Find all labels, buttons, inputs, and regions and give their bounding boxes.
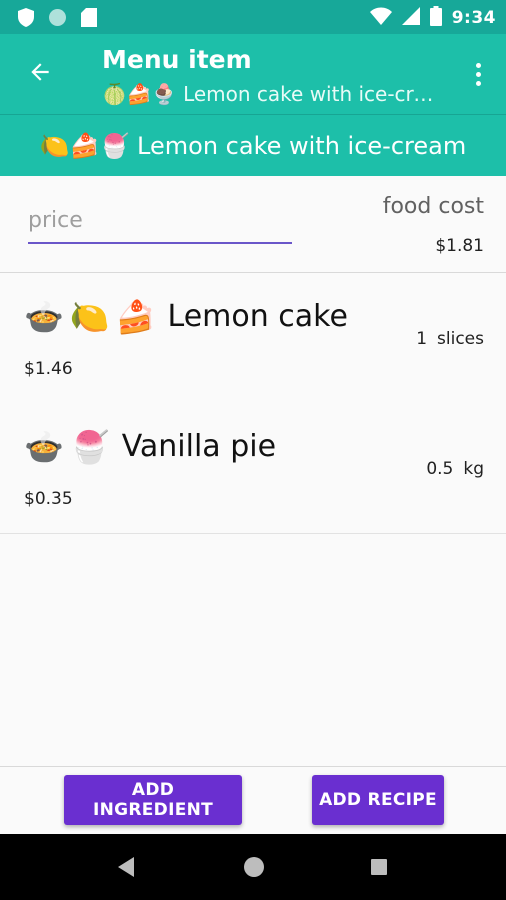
ingredient-emojis: 🍲 🍧 Vanilla pie: [24, 429, 276, 464]
system-nav-bar: [0, 834, 506, 900]
quantity-value: 0.5: [426, 459, 454, 479]
menu-item-banner: 🍋🍰🍧 Lemon cake with ice-cream: [0, 114, 506, 177]
nav-recents-icon[interactable]: [371, 859, 387, 875]
ingredient-cost: $1.46: [24, 359, 73, 379]
page-title: Menu item: [102, 45, 252, 74]
cake-slice-icon: 🍰: [115, 297, 156, 336]
ingredient-row-vanilla-pie[interactable]: 🍲 🍧 Vanilla pie $0.35 0.5 kg: [0, 403, 506, 534]
stew-pot-icon: 🍲: [24, 297, 64, 336]
food-cost-value: $1.81: [435, 236, 484, 256]
circle-icon: [48, 8, 67, 31]
ingredient-cost: $0.35: [24, 489, 73, 509]
status-bar-left-icons: [18, 8, 97, 31]
price-section: food cost $1.81: [0, 176, 506, 273]
back-button[interactable]: [22, 56, 58, 92]
signal-icon: [401, 7, 420, 29]
quantity-unit: kg: [463, 459, 484, 479]
stew-pot-icon: 🍲: [24, 427, 64, 466]
nav-home-icon[interactable]: [244, 857, 264, 877]
app-bar: Menu item 🍈🍰🍨 Lemon cake with ice-cream: [0, 34, 506, 114]
ingredient-quantity: 0.5 kg: [426, 459, 484, 479]
quantity-unit: slices: [437, 329, 484, 349]
battery-icon: [429, 6, 442, 30]
quantity-value: 1: [416, 329, 428, 349]
ingredient-row-lemon-cake[interactable]: 🍲 🍋 🍰 Lemon cake $1.46 1 slices: [0, 273, 506, 404]
add-recipe-button[interactable]: ADD RECIPE: [312, 775, 444, 825]
sd-card-icon: [81, 8, 97, 31]
ingredient-emojis: 🍲 🍋 🍰 Lemon cake: [24, 299, 348, 334]
arrow-back-icon: [27, 59, 53, 89]
status-bar: 9:34: [0, 0, 506, 34]
price-input[interactable]: [28, 202, 292, 244]
more-vert-icon: [475, 62, 481, 68]
ingredient-name: Lemon cake: [167, 299, 348, 334]
shaved-ice-icon: 🍧: [69, 427, 110, 466]
status-time: 9:34: [451, 8, 496, 28]
page-subtitle: 🍈🍰🍨 Lemon cake with ice-cream: [102, 82, 442, 106]
button-bar: ADD INGREDIENT ADD RECIPE: [0, 766, 506, 835]
shield-icon: [18, 8, 34, 31]
wifi-icon: [369, 7, 392, 29]
overflow-menu-button[interactable]: [468, 56, 488, 92]
nav-back-icon[interactable]: [118, 857, 134, 877]
ingredient-name: Vanilla pie: [121, 429, 277, 464]
lemon-icon: 🍋: [69, 297, 110, 336]
food-cost-label: food cost: [382, 194, 484, 219]
status-bar-right-icons: 9:34: [369, 6, 496, 30]
add-ingredient-button[interactable]: ADD INGREDIENT: [64, 775, 242, 825]
ingredient-quantity: 1 slices: [416, 329, 484, 349]
